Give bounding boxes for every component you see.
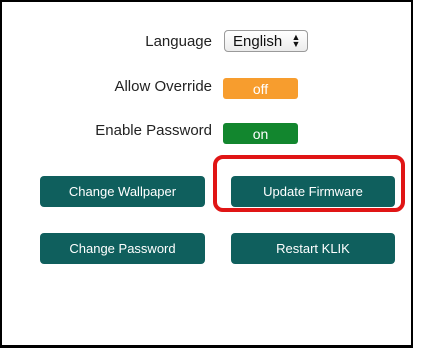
language-label: Language [145, 33, 212, 50]
change-password-button[interactable]: Change Password [40, 233, 205, 264]
change-wallpaper-button[interactable]: Change Wallpaper [40, 176, 205, 207]
language-select[interactable]: English ▲ ▼ [224, 30, 308, 52]
highlight-box [213, 155, 405, 212]
language-select-value: English [233, 32, 283, 50]
select-arrows-icon: ▲ ▼ [291, 32, 301, 49]
allow-override-label: Allow Override [114, 78, 212, 95]
enable-password-label: Enable Password [95, 122, 212, 139]
enable-password-toggle[interactable]: on [223, 123, 298, 144]
restart-klik-button[interactable]: Restart KLIK [231, 233, 395, 264]
allow-override-toggle[interactable]: off [223, 78, 298, 99]
